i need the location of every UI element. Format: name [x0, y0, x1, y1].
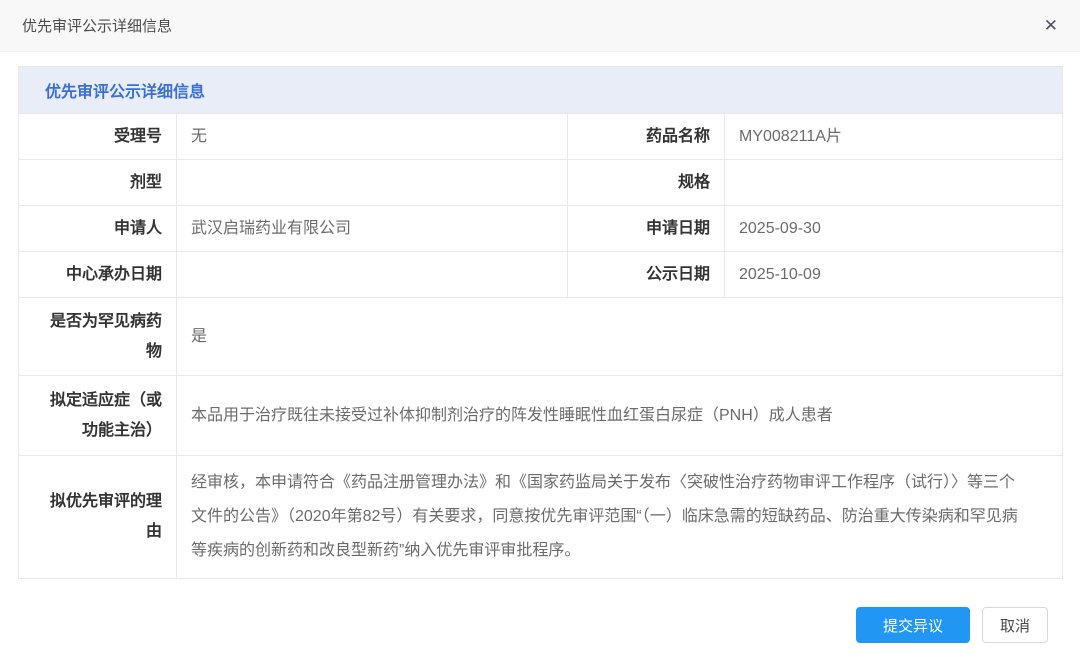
label-indication: 拟定适应症（或功能主治） — [19, 376, 177, 456]
label-publicity-date: 公示日期 — [568, 252, 725, 298]
label-specification: 规格 — [568, 160, 725, 206]
submit-objection-button[interactable]: 提交异议 — [856, 607, 970, 643]
modal-header: 优先审评公示详细信息 ✕ — [0, 0, 1080, 52]
table-caption: 优先审评公示详细信息 — [19, 67, 1063, 114]
value-specification — [725, 160, 1063, 206]
label-rare-disease: 是否为罕见病药物 — [19, 298, 177, 376]
modal-body: 优先审评公示详细信息 受理号 无 药品名称 MY008211A片 剂型 规格 申… — [0, 52, 1080, 579]
priority-review-detail-modal: 优先审评公示详细信息 ✕ 优先审评公示详细信息 受理号 无 药品名称 MY008… — [0, 0, 1080, 579]
table-caption-row: 优先审评公示详细信息 — [19, 67, 1063, 114]
label-acceptance-no: 受理号 — [19, 114, 177, 160]
table-row: 受理号 无 药品名称 MY008211A片 — [19, 114, 1063, 160]
close-icon[interactable]: ✕ — [1038, 13, 1064, 38]
modal-title: 优先审评公示详细信息 — [22, 15, 172, 36]
label-dosage-form: 剂型 — [19, 160, 177, 206]
table-row: 中心承办日期 公示日期 2025-10-09 — [19, 252, 1063, 298]
value-center-accept-date — [177, 252, 568, 298]
table-row: 拟优先审评的理由 经审核，本申请符合《药品注册管理办法》和《国家药监局关于发布〈… — [19, 456, 1063, 579]
table-row: 是否为罕见病药物 是 — [19, 298, 1063, 376]
value-indication: 本品用于治疗既往未接受过补体抑制剂治疗的阵发性睡眠性血红蛋白尿症（PNH）成人患… — [177, 376, 1063, 456]
value-drug-name: MY008211A片 — [725, 114, 1063, 160]
table-row: 拟定适应症（或功能主治） 本品用于治疗既往未接受过补体抑制剂治疗的阵发性睡眠性血… — [19, 376, 1063, 456]
table-row: 剂型 规格 — [19, 160, 1063, 206]
table-row: 申请人 武汉启瑞药业有限公司 申请日期 2025-09-30 — [19, 206, 1063, 252]
value-applicant: 武汉启瑞药业有限公司 — [177, 206, 568, 252]
value-priority-reason: 经审核，本申请符合《药品注册管理办法》和《国家药监局关于发布〈突破性治疗药物审评… — [177, 456, 1063, 579]
modal-footer: 提交异议 取消 — [856, 607, 1048, 643]
label-apply-date: 申请日期 — [568, 206, 725, 252]
value-dosage-form — [177, 160, 568, 206]
value-rare-disease: 是 — [177, 298, 1063, 376]
label-priority-reason: 拟优先审评的理由 — [19, 456, 177, 579]
detail-table: 优先审评公示详细信息 受理号 无 药品名称 MY008211A片 剂型 规格 申… — [18, 66, 1063, 579]
label-applicant: 申请人 — [19, 206, 177, 252]
label-drug-name: 药品名称 — [568, 114, 725, 160]
value-apply-date: 2025-09-30 — [725, 206, 1063, 252]
label-center-accept-date: 中心承办日期 — [19, 252, 177, 298]
value-publicity-date: 2025-10-09 — [725, 252, 1063, 298]
cancel-button[interactable]: 取消 — [982, 607, 1048, 643]
value-acceptance-no: 无 — [177, 114, 568, 160]
